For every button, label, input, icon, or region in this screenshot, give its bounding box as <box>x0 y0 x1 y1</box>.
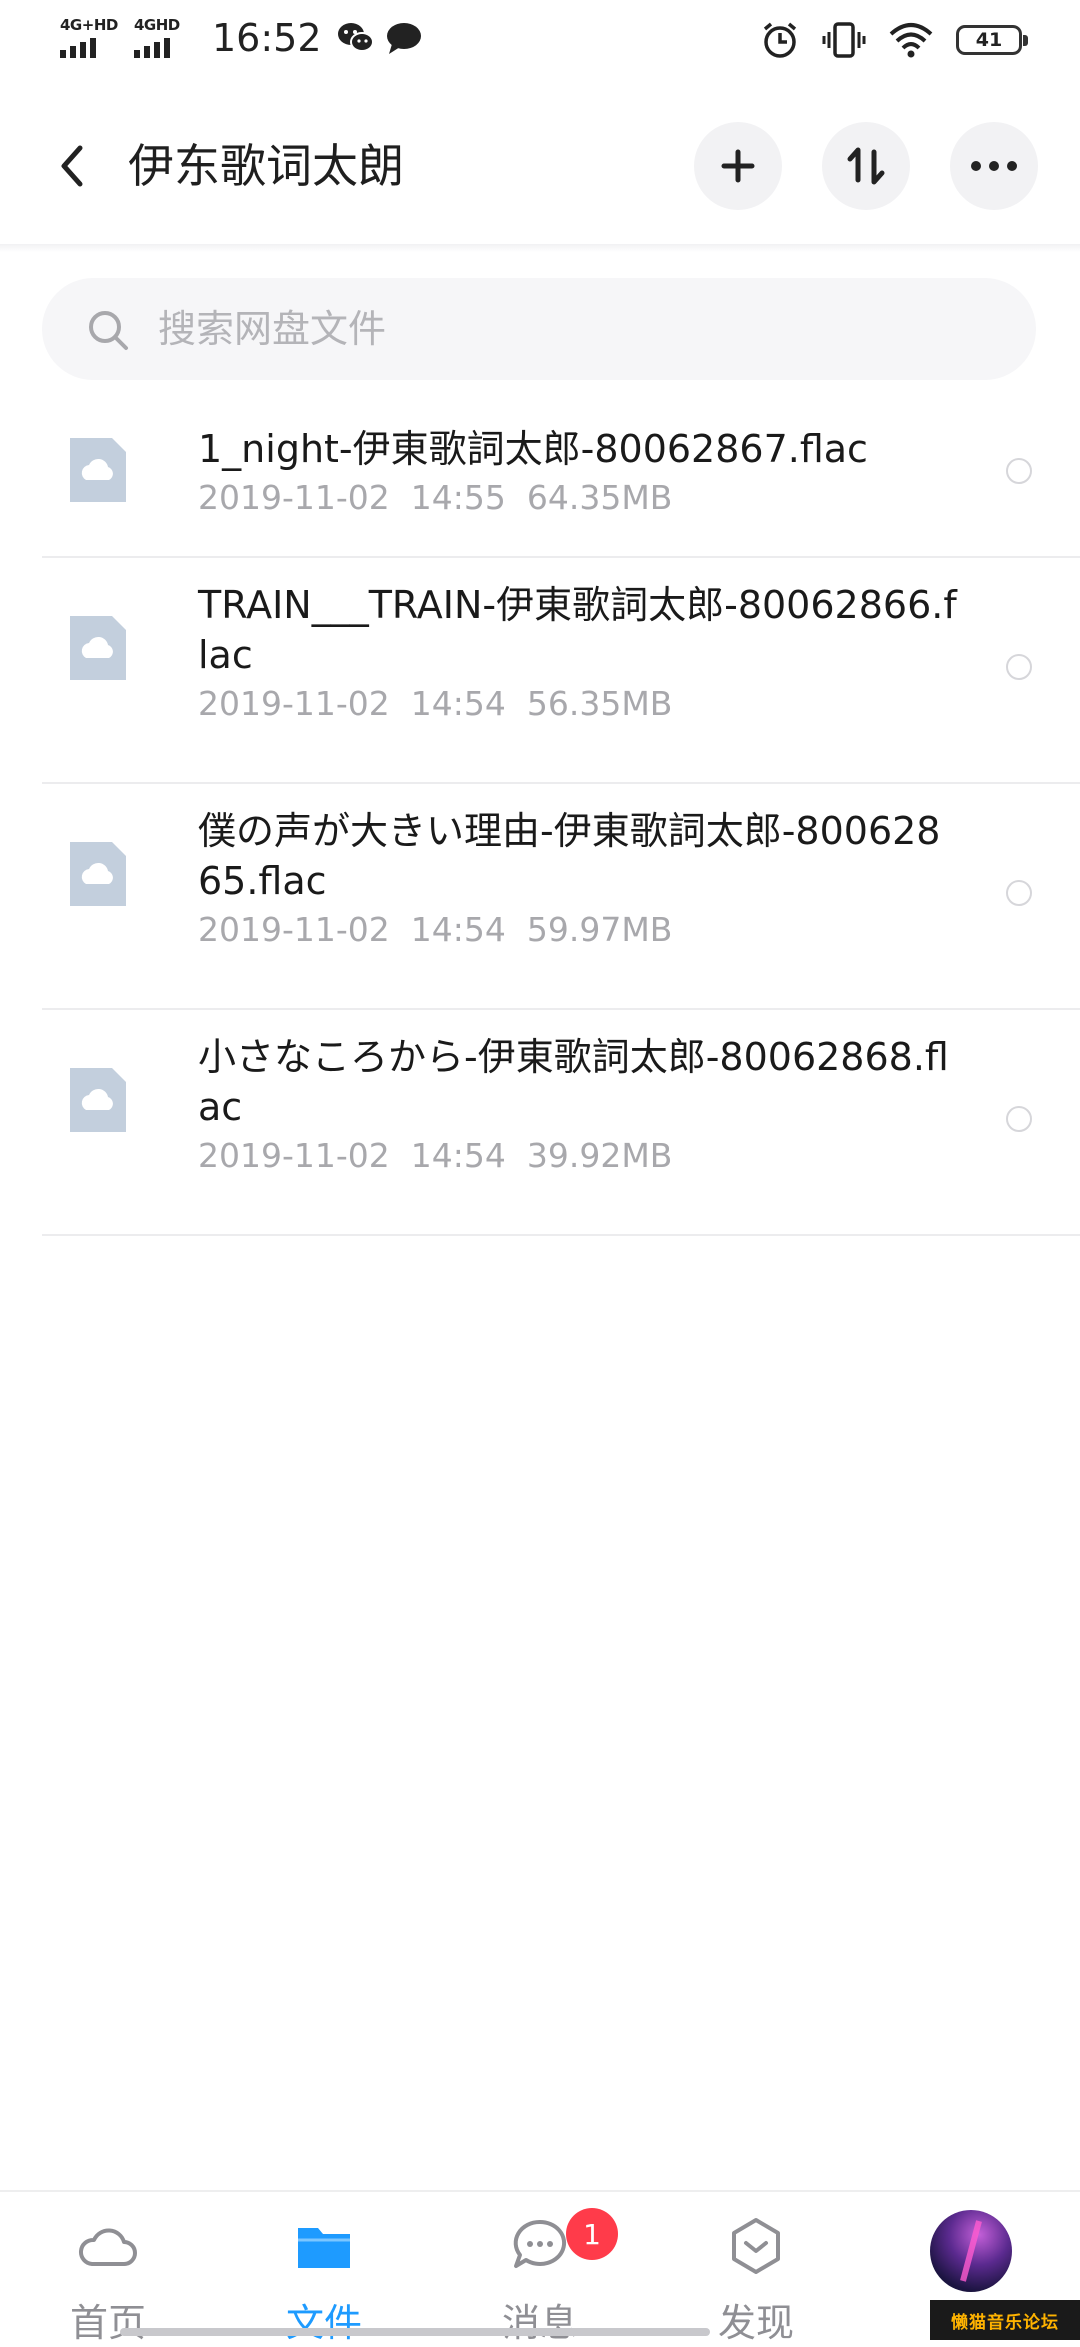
select-radio[interactable] <box>1006 880 1032 906</box>
nav-discover[interactable]: 发现 <box>648 2192 864 2345</box>
wechat-icon <box>337 23 374 52</box>
bottom-nav: 首页 文件 消息 1 发现 <box>0 2190 1080 2345</box>
more-icon <box>971 161 1017 171</box>
file-name: 1_night-伊東歌詞太郎-80062867.flac <box>198 427 868 471</box>
vibrate-icon <box>822 22 866 58</box>
gesture-bar <box>120 2328 710 2336</box>
file-cloud-icon <box>70 842 126 906</box>
file-cloud-icon <box>70 1068 126 1132</box>
more-button[interactable] <box>950 122 1038 210</box>
discover-icon <box>732 2218 780 2274</box>
select-radio[interactable] <box>1006 654 1032 680</box>
file-row[interactable]: 1_night-伊東歌詞太郎-80062867.flac 2019-11-02 … <box>0 400 1080 558</box>
app-bar: 伊东歌词太朗 <box>0 86 1080 246</box>
nav-home[interactable]: 首页 <box>0 2192 216 2345</box>
signal-icon-1: 4G+HD <box>60 16 122 60</box>
search-icon <box>89 311 128 350</box>
divider <box>42 1234 1080 1236</box>
sort-button[interactable] <box>822 122 910 210</box>
nav-files[interactable]: 文件 <box>216 2192 432 2345</box>
nav-label: 文件 <box>285 2301 362 2345</box>
message-icon <box>386 23 421 54</box>
file-cloud-icon <box>70 438 126 502</box>
file-list: 1_night-伊東歌詞太郎-80062867.flac 2019-11-02 … <box>0 400 1080 1236</box>
wifi-icon <box>889 23 933 58</box>
watermark: 懒猫音乐论坛 <box>930 2300 1080 2340</box>
nav-label: 首页 <box>69 2301 146 2345</box>
alarm-icon <box>763 22 797 58</box>
status-bar: 4G+HD 4GHD 16:52 41 <box>0 0 1080 86</box>
sort-icon <box>847 147 885 185</box>
search-bar[interactable] <box>42 278 1036 380</box>
select-radio[interactable] <box>1006 458 1032 484</box>
file-row[interactable]: 小さなころから-伊東歌詞太郎-80062868.flac 2019-11-02 … <box>0 1010 1080 1236</box>
page-title: 伊东歌词太朗 <box>128 139 404 193</box>
file-name: 僕の声が大きい理由-伊東歌詞太郎-80062865.flac <box>198 809 941 903</box>
signal-icon-2: 4GHD <box>134 16 196 60</box>
header-divider <box>0 244 1080 252</box>
file-name: 小さなころから-伊東歌詞太郎-80062868.flac <box>198 1035 949 1129</box>
nav-label: 发现 <box>717 2301 794 2345</box>
add-button[interactable] <box>694 122 782 210</box>
file-meta: 2019-11-02 14:54 39.92MB <box>198 1136 673 1175</box>
nav-messages[interactable]: 消息 <box>432 2192 648 2345</box>
back-button[interactable] <box>44 136 96 196</box>
select-radio[interactable] <box>1006 1106 1032 1132</box>
file-name: TRAIN___TRAIN-伊東歌詞太郎-80062866.flac <box>198 583 957 677</box>
file-meta: 2019-11-02 14:54 59.97MB <box>198 910 673 949</box>
folder-icon <box>298 2228 350 2268</box>
file-row[interactable]: TRAIN___TRAIN-伊東歌詞太郎-80062866.flac 2019-… <box>0 558 1080 784</box>
file-row[interactable]: 僕の声が大きい理由-伊東歌詞太郎-80062865.flac 2019-11-0… <box>0 784 1080 1010</box>
battery-icon: 41 <box>956 25 1028 55</box>
file-meta: 2019-11-02 14:54 56.35MB <box>198 684 673 723</box>
unread-badge: 1 <box>566 2208 618 2260</box>
chat-icon <box>513 2219 567 2268</box>
nav-label: 消息 <box>501 2301 578 2345</box>
cloud-icon <box>79 2228 137 2266</box>
plus-icon <box>721 149 755 183</box>
status-time: 16:52 <box>212 16 322 60</box>
file-meta: 2019-11-02 14:55 64.35MB <box>198 478 673 517</box>
file-cloud-icon <box>70 616 126 680</box>
avatar[interactable] <box>930 2210 1012 2292</box>
search-input[interactable] <box>158 278 998 380</box>
